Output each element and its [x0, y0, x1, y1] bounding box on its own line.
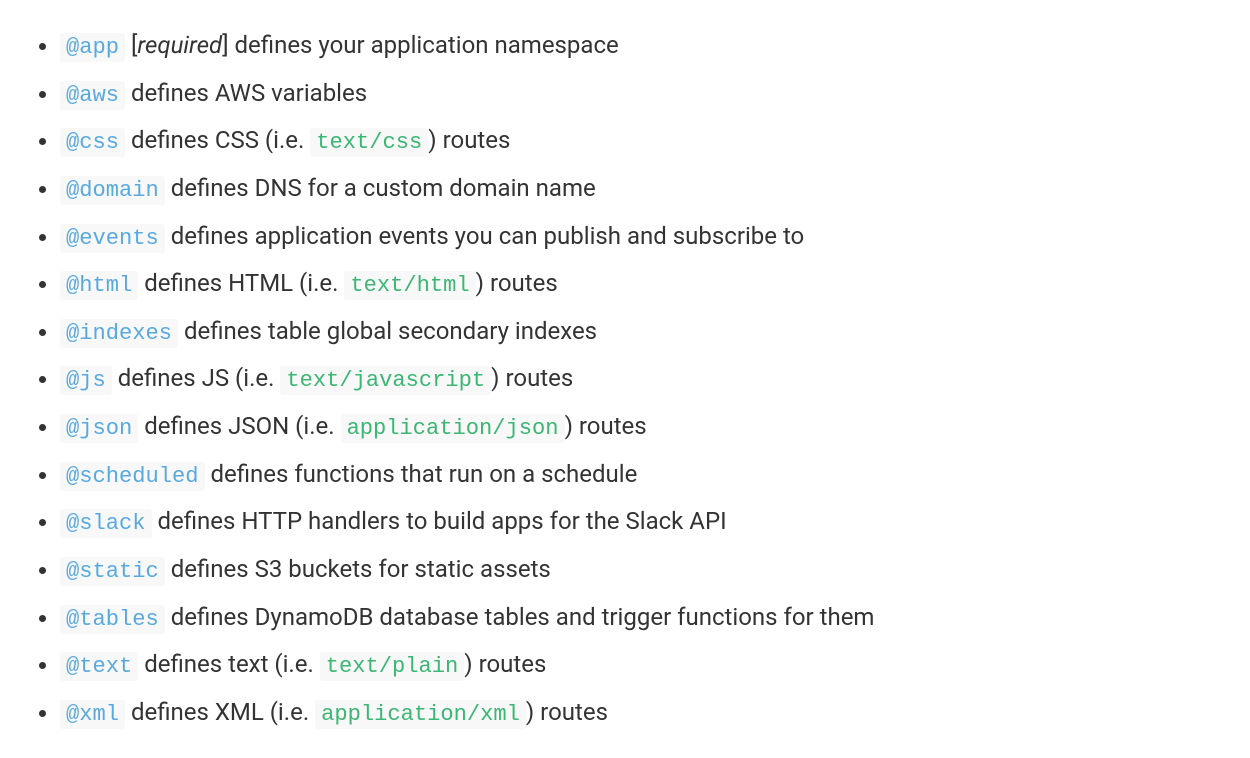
- directive-code: @js: [60, 366, 112, 395]
- description-text: defines text (i.e.: [138, 650, 320, 678]
- directive-code: @tables: [60, 605, 165, 634]
- description-text: defines table global secondary indexes: [178, 317, 597, 345]
- list-item: @tables defines DynamoDB database tables…: [60, 596, 1220, 640]
- mime-code: application/xml: [315, 700, 526, 729]
- list-item: @json defines JSON (i.e. application/jso…: [60, 405, 1220, 449]
- directive-code: @app: [60, 33, 125, 62]
- directive-code: @domain: [60, 176, 165, 205]
- description-text: defines JS (i.e.: [112, 364, 281, 392]
- list-item: @slack defines HTTP handlers to build ap…: [60, 500, 1220, 544]
- list-item: @events defines application events you c…: [60, 215, 1220, 259]
- mime-code: application/json: [341, 414, 565, 443]
- directive-code: @json: [60, 414, 138, 443]
- description-text-after: ) routes: [565, 412, 647, 440]
- list-item: @text defines text (i.e. text/plain) rou…: [60, 643, 1220, 687]
- description-text: defines AWS variables: [125, 79, 367, 107]
- description-text-after: ) routes: [526, 698, 608, 726]
- description-text: defines HTTP handlers to build apps for …: [152, 507, 727, 535]
- description-text-after: ) routes: [491, 364, 573, 392]
- description-text: defines application events you can publi…: [165, 222, 805, 250]
- directive-code: @aws: [60, 81, 125, 110]
- description-text: defines your application namespace: [229, 31, 619, 59]
- list-item: @app [required] defines your application…: [60, 24, 1220, 68]
- directive-code: @css: [60, 128, 125, 157]
- description-text-after: ) routes: [464, 650, 546, 678]
- directive-code: @xml: [60, 700, 125, 729]
- description-text: defines CSS (i.e.: [125, 126, 310, 154]
- mime-code: text/css: [310, 128, 428, 157]
- directive-code: @events: [60, 224, 165, 253]
- description-text: defines DynamoDB database tables and tri…: [165, 603, 875, 631]
- description-text: defines XML (i.e.: [125, 698, 315, 726]
- directive-code: @slack: [60, 509, 152, 538]
- directive-code: @html: [60, 271, 138, 300]
- list-item: @indexes defines table global secondary …: [60, 310, 1220, 354]
- directive-code: @scheduled: [60, 462, 205, 491]
- directive-code: @text: [60, 652, 138, 681]
- list-item: @domain defines DNS for a custom domain …: [60, 167, 1220, 211]
- mime-code: text/html: [344, 271, 475, 300]
- list-item: @xml defines XML (i.e. application/xml) …: [60, 691, 1220, 735]
- description-text: defines JSON (i.e.: [138, 412, 340, 440]
- list-item: @js defines JS (i.e. text/javascript) ro…: [60, 357, 1220, 401]
- list-item: @scheduled defines functions that run on…: [60, 453, 1220, 497]
- required-label: required: [137, 31, 222, 59]
- description-text: defines functions that run on a schedule: [205, 460, 638, 488]
- list-item: @aws defines AWS variables: [60, 72, 1220, 116]
- description-text: defines DNS for a custom domain name: [165, 174, 596, 202]
- list-item: @html defines HTML (i.e. text/html) rout…: [60, 262, 1220, 306]
- directive-code: @static: [60, 557, 165, 586]
- description-text-after: ) routes: [476, 269, 558, 297]
- description-text-after: ) routes: [428, 126, 510, 154]
- directive-code: @indexes: [60, 319, 178, 348]
- description-text: defines HTML (i.e.: [138, 269, 344, 297]
- mime-code: text/plain: [320, 652, 465, 681]
- list-item: @static defines S3 buckets for static as…: [60, 548, 1220, 592]
- description-text: defines S3 buckets for static assets: [165, 555, 551, 583]
- mime-code: text/javascript: [280, 366, 491, 395]
- directive-list: @app [required] defines your application…: [30, 24, 1220, 734]
- list-item: @css defines CSS (i.e. text/css) routes: [60, 119, 1220, 163]
